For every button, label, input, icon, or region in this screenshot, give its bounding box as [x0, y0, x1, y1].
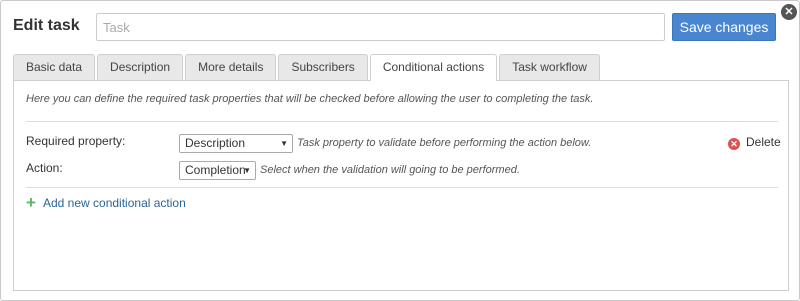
save-changes-button[interactable]: Save changes	[672, 13, 776, 41]
action-select[interactable]: Completion ▼	[179, 161, 256, 180]
tab-subscribers[interactable]: Subscribers	[278, 54, 368, 80]
required-property-label: Required property:	[26, 134, 126, 148]
delete-button[interactable]: ✕ Delete	[728, 135, 781, 150]
required-property-select[interactable]: Description ▼	[179, 134, 293, 153]
delete-circle-icon: ✕	[728, 138, 740, 150]
tab-bar: Basic data Description More details Subs…	[13, 54, 602, 81]
caret-down-icon: ▼	[280, 139, 288, 148]
close-icon[interactable]: ✕	[781, 4, 797, 20]
tab-basic-data[interactable]: Basic data	[13, 54, 96, 80]
add-conditional-action-label: Add new conditional action	[43, 196, 186, 210]
tab-conditional-actions[interactable]: Conditional actions	[369, 54, 498, 81]
tab-more-details[interactable]: More details	[185, 54, 277, 80]
divider	[26, 121, 778, 122]
tab-description[interactable]: Description	[97, 54, 184, 80]
conditional-actions-panel: Here you can define the required task pr…	[13, 80, 789, 291]
required-property-value: Description	[185, 136, 246, 150]
add-conditional-action-link[interactable]: + Add new conditional action	[26, 193, 186, 212]
dialog-title: Edit task	[13, 17, 80, 34]
caret-down-icon: ▼	[243, 166, 251, 175]
task-name-input[interactable]	[96, 13, 665, 41]
delete-label: Delete	[746, 135, 781, 149]
edit-task-dialog: Edit task Save changes ✕ Basic data Desc…	[0, 0, 800, 301]
intro-text: Here you can define the required task pr…	[26, 93, 594, 105]
tab-task-workflow[interactable]: Task workflow	[499, 54, 600, 80]
action-hint: Select when the validation will going to…	[260, 164, 520, 176]
required-property-hint: Task property to validate before perform…	[297, 137, 592, 149]
action-label: Action:	[26, 161, 63, 175]
action-value: Completion	[185, 163, 246, 177]
plus-icon: +	[26, 193, 36, 212]
divider	[26, 187, 778, 188]
